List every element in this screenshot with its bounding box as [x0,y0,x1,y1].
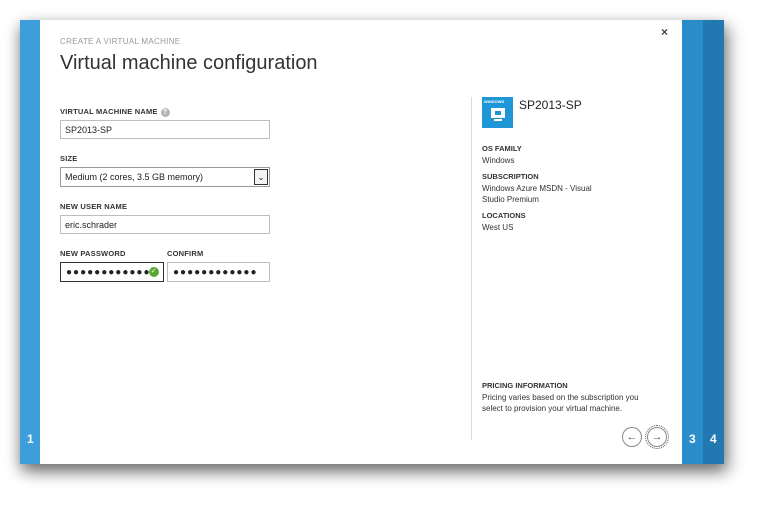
password-field[interactable]: ●●●●●●●●●●●● ✓ [60,262,164,282]
os-family-value: Windows [482,156,515,165]
wizard-dialog: 1 CREATE A VIRTUAL MACHINE Virtual machi… [20,20,724,464]
check-icon: ✓ [149,267,159,277]
panel-divider [471,97,472,440]
size-select-value: Medium (2 cores, 3.5 GB memory) [65,172,204,182]
monitor-stand [494,119,502,121]
next-arrow-icon[interactable]: → [645,425,669,449]
windows-os-icon: WINDOWS [482,97,513,128]
locations-value: West US [482,223,514,232]
size-select[interactable]: Medium (2 cores, 3.5 GB memory) ⌄ [60,167,270,187]
confirm-password-field[interactable]: ●●●●●●●●●●●● [167,262,270,282]
summary-vm-name: SP2013-SP [519,98,582,112]
confirm-password-value: ●●●●●●●●●●●● [173,267,258,278]
page-title: Virtual machine configuration [60,52,318,74]
step-number-4: 4 [710,432,717,446]
step-number-3: 3 [689,432,696,446]
locations-label: LOCATIONS [482,211,526,220]
pricing-line1: Pricing varies based on the subscription… [482,393,639,402]
os-icon-tag: WINDOWS [484,99,505,104]
password-label: NEW PASSWORD [60,249,126,258]
close-icon[interactable]: × [661,25,668,39]
user-name-input[interactable] [60,215,270,234]
subscription-value-line1: Windows Azure MSDN - Visual [482,184,592,193]
monitor-icon [491,108,505,118]
help-icon[interactable]: ? [160,107,170,117]
subscription-label: SUBSCRIPTION [482,172,539,181]
chevron-down-icon[interactable]: ⌄ [254,169,268,185]
step-number-1: 1 [27,432,34,446]
wizard-breadcrumb: CREATE A VIRTUAL MACHINE [60,37,181,46]
back-arrow-icon[interactable]: ← [622,427,642,447]
os-family-label: OS FAMILY [482,144,522,153]
vm-name-label: VIRTUAL MACHINE NAME? [60,107,170,117]
pricing-label: PRICING INFORMATION [482,381,568,390]
confirm-label: CONFIRM [167,249,204,258]
step-rail-3[interactable]: 3 [682,20,703,464]
subscription-value-line2: Studio Premium [482,195,539,204]
size-label: SIZE [60,154,78,163]
vm-name-input[interactable] [60,120,270,139]
wizard-main-panel: CREATE A VIRTUAL MACHINE Virtual machine… [40,20,682,464]
vm-name-label-text: VIRTUAL MACHINE NAME [60,107,158,116]
password-value: ●●●●●●●●●●●● [66,267,151,278]
step-rail-4[interactable]: 4 [703,20,724,464]
user-name-label: NEW USER NAME [60,202,128,211]
step-rail-left[interactable]: 1 [20,20,40,464]
pricing-line2: select to provision your virtual machine… [482,404,623,413]
